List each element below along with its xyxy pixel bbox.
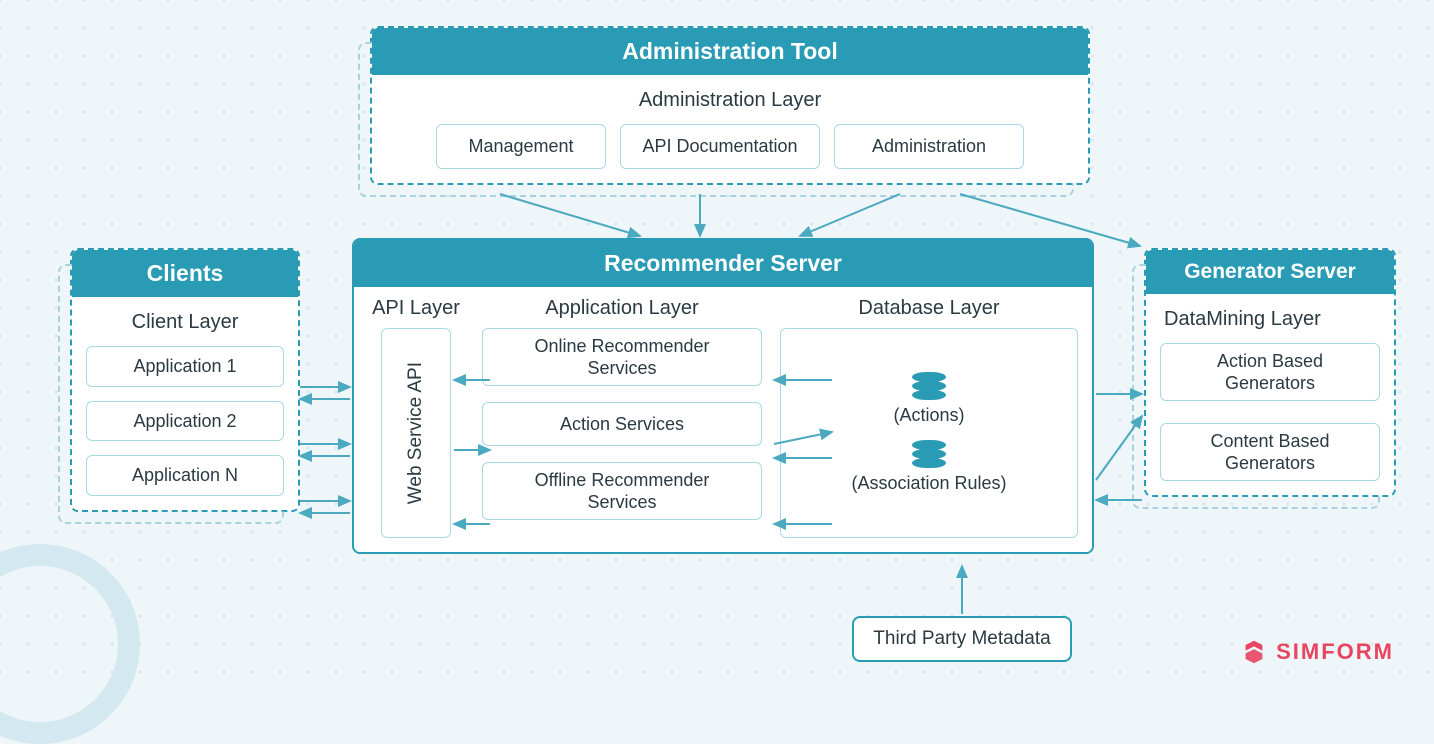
third-party-metadata-box: Third Party Metadata bbox=[852, 616, 1072, 662]
client-app-n: Application N bbox=[86, 455, 284, 496]
admin-item-management: Management bbox=[436, 124, 606, 169]
admin-item-administration: Administration bbox=[834, 124, 1024, 169]
gen-action-based: Action Based Generators bbox=[1160, 343, 1380, 401]
panel-administration-tool: Administration Tool Administration Layer… bbox=[370, 26, 1090, 185]
panel-generator-server: Generator Server DataMining Layer Action… bbox=[1144, 248, 1396, 497]
app-offline-recommender: Offline Recommender Services bbox=[482, 462, 762, 520]
brand-text: SIMFORM bbox=[1276, 639, 1394, 665]
app-action-services: Action Services bbox=[482, 402, 762, 446]
client-app-1: Application 1 bbox=[86, 346, 284, 387]
brand-simform: SIMFORM bbox=[1240, 638, 1394, 666]
panel-header: Recommender Server bbox=[354, 240, 1092, 287]
layer-title: Client Layer bbox=[86, 311, 284, 334]
database-icon bbox=[912, 372, 946, 400]
db-rules-group: (Association Rules) bbox=[851, 440, 1006, 495]
panel-header: Administration Tool bbox=[372, 28, 1088, 75]
panel-header: Generator Server bbox=[1146, 250, 1394, 294]
layer-title: Administration Layer bbox=[386, 89, 1074, 112]
admin-item-api-docs: API Documentation bbox=[620, 124, 820, 169]
web-service-api-label: Web Service API bbox=[404, 362, 428, 504]
client-app-2: Application 2 bbox=[86, 401, 284, 442]
database-icon bbox=[912, 440, 946, 468]
panel-recommender-server: Recommender Server API Layer Web Service… bbox=[352, 238, 1094, 554]
gen-content-based: Content Based Generators bbox=[1160, 423, 1380, 481]
db-rules-label: (Association Rules) bbox=[851, 472, 1006, 495]
panel-clients: Clients Client Layer Application 1 Appli… bbox=[70, 248, 300, 512]
col-title-db: Database Layer bbox=[780, 297, 1078, 320]
web-service-api-box: Web Service API bbox=[381, 328, 451, 538]
db-actions-label: (Actions) bbox=[893, 404, 964, 427]
database-layer-box: (Actions) (Association Rules) bbox=[780, 328, 1078, 538]
simform-logo-icon bbox=[1240, 638, 1268, 666]
layer-title: DataMining Layer bbox=[1160, 308, 1380, 331]
panel-header: Clients bbox=[72, 250, 298, 297]
app-online-recommender: Online Recommender Services bbox=[482, 328, 762, 386]
col-title-api: API Layer bbox=[368, 297, 464, 320]
col-title-app: Application Layer bbox=[482, 297, 762, 320]
db-actions-group: (Actions) bbox=[893, 372, 964, 427]
